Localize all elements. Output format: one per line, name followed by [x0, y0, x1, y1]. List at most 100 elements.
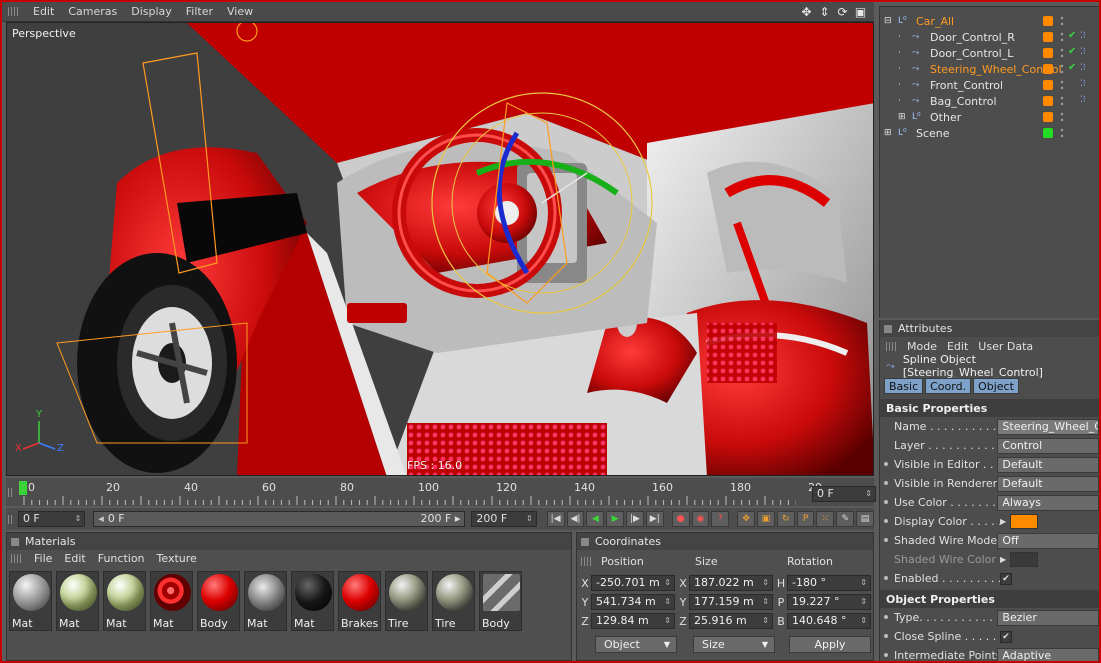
- coordinate-mode-select[interactable]: Object ▼: [595, 636, 677, 653]
- layer-color-icon[interactable]: [1043, 48, 1053, 58]
- panel-grip-icon[interactable]: [8, 7, 19, 16]
- object-row-car-all[interactable]: ⊟ L⁰ Car_All: [880, 13, 1099, 29]
- prev-frame-icon[interactable]: ◀|: [566, 511, 585, 527]
- material-tire[interactable]: Tire: [432, 571, 475, 631]
- materials-menu-function[interactable]: Function: [98, 552, 145, 565]
- frame-ruler[interactable]: 02040608010012014016018020: [16, 478, 822, 506]
- expand-toggle-icon[interactable]: ⊟: [884, 16, 894, 26]
- tag-icon[interactable]: ⁚⁝: [1080, 31, 1086, 41]
- tag-icon[interactable]: ⁚⁝: [1080, 95, 1086, 105]
- layer-color-icon[interactable]: [1043, 128, 1053, 138]
- panel-toggle-icon[interactable]: [884, 324, 892, 333]
- start-frame-field[interactable]: 0 F ⇕: [17, 511, 86, 527]
- stepper-icon[interactable]: ⇕: [860, 614, 867, 628]
- size-y-field[interactable]: 177.159 m ⇕: [689, 594, 773, 610]
- object-row-bag-control[interactable]: · ⤳ Bag_Control ⁚⁝: [880, 93, 1099, 109]
- viewport-3d[interactable]: Perspective FPS : 16.0 Y X Z: [6, 22, 874, 476]
- animation-bullet-icon[interactable]: [884, 462, 888, 466]
- object-name[interactable]: Front_Control: [930, 79, 1003, 92]
- material-mat[interactable]: Mat: [103, 571, 146, 631]
- materials-grip-icon[interactable]: [11, 554, 22, 563]
- object-name[interactable]: Car_All: [916, 15, 954, 28]
- object-row-front-control[interactable]: · ⤳ Front_Control ⁚⁝: [880, 77, 1099, 93]
- object-name[interactable]: Door_Control_L: [930, 47, 1013, 60]
- playhead[interactable]: [19, 481, 27, 495]
- layer-color-icon[interactable]: [1043, 16, 1053, 26]
- visibility-dots-icon[interactable]: [1060, 127, 1064, 139]
- animation-bullet-icon[interactable]: [884, 519, 888, 523]
- visibility-dots-icon[interactable]: [1060, 31, 1064, 43]
- name-input[interactable]: Steering_Wheel_Control: [997, 418, 1099, 435]
- expand-toggle-icon[interactable]: ⊞: [884, 128, 894, 138]
- maximize-view-icon[interactable]: ▣: [853, 4, 868, 19]
- stepper-icon[interactable]: ⇕: [664, 595, 671, 609]
- attributes-menu-userdata[interactable]: User Data: [978, 340, 1033, 353]
- next-frame-icon[interactable]: |▶: [626, 511, 644, 527]
- attr-dropdown[interactable]: Always: [997, 494, 1099, 511]
- object-row-scene[interactable]: ⊞ L⁰ Scene: [880, 125, 1099, 141]
- attr-dropdown[interactable]: Off: [997, 532, 1099, 549]
- timeline-grip-icon[interactable]: [8, 488, 14, 497]
- material-mat[interactable]: Mat: [291, 571, 334, 631]
- visibility-dots-icon[interactable]: [1060, 111, 1064, 123]
- object-row-other[interactable]: ⊞ L⁰ Other: [880, 109, 1099, 125]
- frame-range-slider[interactable]: ◂ 0 F 200 F ▸: [93, 511, 466, 527]
- panel-toggle-icon[interactable]: [581, 537, 589, 546]
- material-tire[interactable]: Tire: [385, 571, 428, 631]
- materials-menu-file[interactable]: File: [34, 552, 52, 565]
- attr-dropdown[interactable]: Default: [997, 456, 1099, 473]
- object-name[interactable]: Bag_Control: [930, 95, 997, 108]
- rotate-view-icon[interactable]: ⟳: [835, 4, 850, 19]
- attr-dropdown[interactable]: Default: [997, 475, 1099, 492]
- layer-color-icon[interactable]: [1043, 80, 1053, 90]
- visibility-dots-icon[interactable]: [1060, 95, 1064, 107]
- rotation-key-icon[interactable]: ↻: [776, 511, 795, 527]
- stepper-icon[interactable]: ⇕: [860, 595, 867, 609]
- stepper-icon[interactable]: ⇕: [762, 614, 769, 628]
- tag-icon[interactable]: ⁚⁝: [1080, 47, 1086, 57]
- object-name[interactable]: Door_Control_R: [930, 31, 1015, 44]
- rotation-b-field[interactable]: 140.648 ° ⇕: [787, 613, 871, 629]
- animation-bullet-icon[interactable]: [884, 500, 888, 504]
- material-body[interactable]: Body: [479, 571, 522, 631]
- size-x-field[interactable]: 187.022 m ⇕: [689, 575, 773, 591]
- scheme-icon[interactable]: ✎: [836, 511, 855, 527]
- timeline-window-icon[interactable]: ▤: [856, 511, 874, 527]
- object-name[interactable]: Other: [930, 111, 961, 124]
- tab-object[interactable]: Object: [973, 378, 1019, 394]
- object-name[interactable]: Steering_Wheel_Control: [930, 63, 1062, 76]
- object-row-steering-wheel-control[interactable]: · ⤳ Steering_Wheel_Control ✔ ⁚⁝: [880, 61, 1099, 77]
- materials-menu-edit[interactable]: Edit: [64, 552, 85, 565]
- tab-coord[interactable]: Coord.: [925, 378, 972, 394]
- go-to-start-icon[interactable]: |◀: [546, 511, 565, 527]
- enabled-check-icon[interactable]: ✔: [1068, 46, 1076, 57]
- menu-view[interactable]: View: [227, 5, 253, 18]
- stepper-icon[interactable]: ⇕: [664, 614, 671, 628]
- stepper-icon[interactable]: ⇕: [860, 576, 867, 590]
- tag-icon[interactable]: ⁚⁝: [1080, 63, 1086, 73]
- material-body[interactable]: Body: [197, 571, 240, 631]
- checkbox[interactable]: ✔: [1000, 572, 1012, 585]
- menu-cameras[interactable]: Cameras: [68, 5, 117, 18]
- visibility-dots-icon[interactable]: [1060, 79, 1064, 91]
- attributes-grip-icon[interactable]: [886, 341, 897, 351]
- checkbox[interactable]: ✔: [1000, 630, 1012, 643]
- panel-toggle-icon[interactable]: [11, 537, 19, 546]
- position-x-field[interactable]: -250.701 m ⇕: [591, 575, 675, 591]
- rotation-p-field[interactable]: 19.227 ° ⇕: [787, 594, 871, 610]
- color-swatch[interactable]: [1010, 514, 1039, 529]
- move-view-icon[interactable]: ✥: [799, 4, 814, 19]
- material-mat[interactable]: Mat: [56, 571, 99, 631]
- object-row-door-control-r[interactable]: · ⤳ Door_Control_R ✔ ⁚⁝: [880, 29, 1099, 45]
- color-expand-icon[interactable]: ▶: [1000, 517, 1006, 526]
- layer-color-icon[interactable]: [1043, 112, 1053, 122]
- size-z-field[interactable]: 25.916 m ⇕: [689, 613, 773, 629]
- keyframe-selection-icon[interactable]: ?: [711, 511, 730, 527]
- stepper-icon[interactable]: ⇕: [762, 595, 769, 609]
- enabled-check-icon[interactable]: ✔: [1068, 62, 1076, 73]
- rotation-h-field[interactable]: -180 ° ⇕: [787, 575, 871, 591]
- object-row-door-control-l[interactable]: · ⤳ Door_Control_L ✔ ⁚⁝: [880, 45, 1099, 61]
- visibility-dots-icon[interactable]: [1060, 63, 1064, 75]
- layer-color-icon[interactable]: [1043, 64, 1053, 74]
- zoom-view-icon[interactable]: ⇕: [817, 4, 832, 19]
